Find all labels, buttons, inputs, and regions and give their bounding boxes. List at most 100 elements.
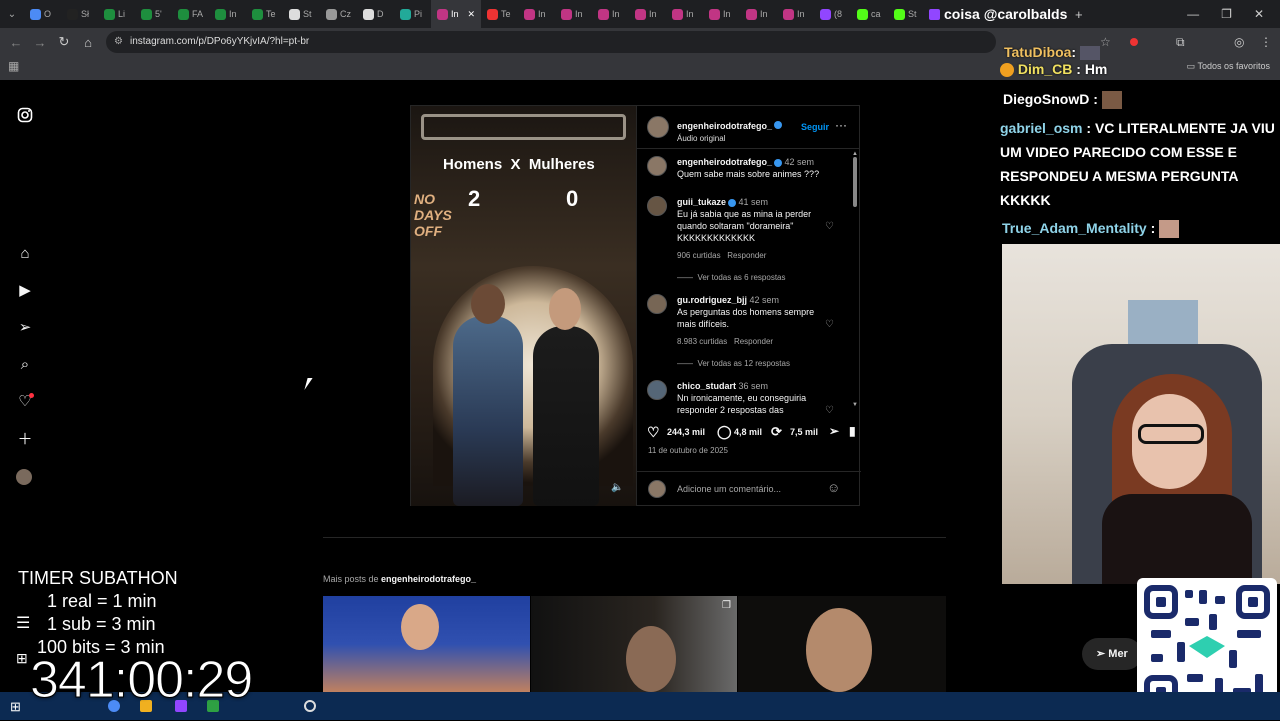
messages-pill[interactable]: ➢ Mer	[1082, 638, 1142, 670]
comment-like-icon[interactable]: ♡	[825, 405, 834, 416]
comment-user[interactable]: chico_studart	[677, 381, 736, 391]
browser-tab[interactable]: Sł	[61, 0, 98, 28]
new-tab-button[interactable]: +	[1075, 7, 1083, 22]
browser-tab[interactable]: In	[209, 0, 246, 28]
view-replies[interactable]: —— Ver todas as 12 respostas	[677, 358, 842, 370]
home-icon[interactable]: ⌂	[76, 35, 100, 50]
tab-twitch[interactable]: coisa @carolbalds	[925, 6, 1071, 22]
browser-tab[interactable]: Cz	[320, 0, 357, 28]
direct-messages-icon[interactable]: ➢	[16, 319, 34, 337]
forward-icon[interactable]: →	[28, 35, 52, 50]
repost-count[interactable]: 7,5 mil	[790, 427, 818, 437]
comment-count[interactable]: 4,8 mil	[734, 427, 762, 437]
tab-search-button[interactable]: ⌄	[0, 0, 24, 28]
profile-avatar[interactable]	[16, 469, 32, 485]
puzzle-icon[interactable]: ⧉	[1176, 35, 1185, 50]
scroll-up-arrow[interactable]: ▲	[852, 151, 858, 157]
browser-tab[interactable]: D	[357, 0, 394, 28]
extension-icon[interactable]	[1130, 38, 1138, 46]
comment-likes[interactable]: 906 curtidas	[677, 251, 721, 260]
comment-avatar[interactable]	[647, 380, 667, 400]
comment-like-icon[interactable]: ♡	[825, 319, 834, 331]
browser-tab[interactable]: St	[888, 0, 925, 28]
reply-button[interactable]: Responder	[727, 251, 766, 260]
home-nav-icon[interactable]: ⌂	[16, 245, 34, 263]
profile-icon[interactable]: ◎	[1234, 35, 1244, 49]
like-icon[interactable]: ♡	[647, 424, 660, 441]
comments-scrollbar[interactable]: ▲ ▼	[852, 151, 858, 416]
mute-icon[interactable]: 🔈	[611, 482, 623, 493]
scroll-thumb[interactable]	[853, 157, 857, 207]
caption-user[interactable]: engenheirodotrafego_	[677, 157, 772, 167]
browser-tab[interactable]: In	[629, 0, 666, 28]
comment-input[interactable]: Adicione um comentário...	[677, 484, 781, 494]
close-window-icon[interactable]: ✕	[1254, 7, 1264, 21]
reload-icon[interactable]: ↻	[52, 34, 76, 50]
view-replies[interactable]: —— Ver todas as 6 respostas	[677, 272, 842, 284]
like-count[interactable]: 244,3 mil	[667, 427, 705, 437]
post-thumbnail[interactable]	[323, 596, 530, 692]
emoji-icon[interactable]: ☺	[827, 480, 840, 495]
browser-tab[interactable]: In	[592, 0, 629, 28]
apps-icon[interactable]: ▦	[8, 59, 19, 73]
comment-user[interactable]: gu.rodriguez_bjj	[677, 295, 747, 305]
menu-icon[interactable]: ⋮	[1260, 35, 1272, 49]
hamburger-icon[interactable]: ☰	[16, 613, 30, 633]
caption-avatar[interactable]	[647, 156, 667, 176]
notifications-icon[interactable]: ♡	[16, 393, 34, 411]
more-posts-prefix: Mais posts de	[323, 574, 379, 584]
repost-icon[interactable]: ⟳	[771, 424, 782, 440]
instagram-logo-icon[interactable]	[16, 107, 34, 125]
browser-tab[interactable]: In ✕	[431, 0, 481, 28]
reply-button[interactable]: Responder	[734, 337, 773, 346]
maximize-icon[interactable]: ❐	[1221, 7, 1232, 21]
browser-tab[interactable]: In	[666, 0, 703, 28]
start-icon[interactable]: ⊞	[10, 699, 21, 715]
share-icon[interactable]: ➢	[829, 424, 839, 438]
browser-tab[interactable]: 5'	[135, 0, 172, 28]
audio-label[interactable]: Áudio original	[677, 134, 782, 143]
browser-tab[interactable]: Li	[98, 0, 135, 28]
more-icon[interactable]: ⊞	[16, 650, 28, 667]
comment-likes[interactable]: 8.983 curtidas	[677, 337, 727, 346]
browser-tab[interactable]: In	[518, 0, 555, 28]
comment-user[interactable]: guii_tukaze	[677, 197, 726, 207]
address-bar[interactable]: ⚙ instagram.com/p/DPo6yYKjvIA/?hl=pt-br	[106, 31, 996, 53]
browser-tab[interactable]: FA	[172, 0, 209, 28]
browser-tab[interactable]: (8	[814, 0, 851, 28]
taskbar-app-icon[interactable]	[304, 700, 316, 712]
create-icon[interactable]: ＋	[16, 431, 34, 449]
scroll-down-arrow[interactable]: ▼	[852, 402, 858, 408]
follow-button[interactable]: Seguir	[801, 122, 829, 132]
browser-tab[interactable]: Te	[481, 0, 518, 28]
browser-tab[interactable]: O	[24, 0, 61, 28]
comment-icon[interactable]: ◯	[717, 424, 732, 440]
browser-tab[interactable]: St	[283, 0, 320, 28]
back-icon[interactable]: ←	[4, 35, 28, 50]
star-icon[interactable]: ☆	[1100, 35, 1111, 49]
site-info-icon[interactable]: ⚙	[114, 31, 123, 53]
comment-avatar[interactable]	[647, 294, 667, 314]
close-tab-icon[interactable]: ✕	[468, 9, 476, 20]
save-icon[interactable]: ▮	[849, 424, 856, 438]
browser-tab[interactable]: In	[703, 0, 740, 28]
browser-tab[interactable]: In	[777, 0, 814, 28]
comment-like-icon[interactable]: ♡	[825, 221, 834, 233]
comment: gu.rodriguez_bjj 42 sem As perguntas dos…	[647, 294, 842, 370]
reels-icon[interactable]: ▶	[16, 282, 34, 300]
browser-tab[interactable]: In	[555, 0, 592, 28]
search-icon[interactable]: ⌕	[16, 356, 34, 374]
more-posts-user[interactable]: engenheirodotrafego_	[381, 574, 476, 584]
comment-avatar[interactable]	[647, 196, 667, 216]
post-thumbnail[interactable]	[738, 596, 946, 692]
options-icon[interactable]: ···	[835, 118, 847, 132]
author-username[interactable]: engenheirodotrafego_	[677, 121, 772, 131]
post-thumbnail[interactable]: ❐	[531, 596, 737, 692]
browser-tab[interactable]: ca	[851, 0, 888, 28]
browser-tab[interactable]: In	[740, 0, 777, 28]
post-video[interactable]: Homens X Mulheres 2 0 NO DAYS OFF 🔈	[411, 106, 636, 506]
browser-tab[interactable]: Te	[246, 0, 283, 28]
browser-tab[interactable]: Pi	[394, 0, 431, 28]
minimize-icon[interactable]: —	[1187, 7, 1199, 21]
author-avatar[interactable]	[647, 116, 669, 138]
